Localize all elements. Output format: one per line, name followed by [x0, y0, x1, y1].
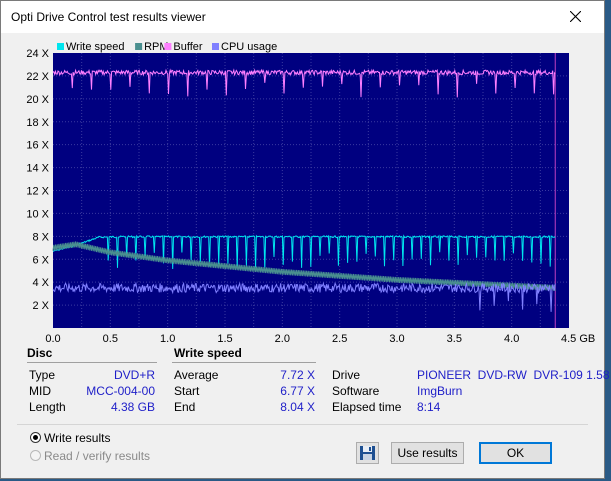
disc-divider [27, 362, 157, 363]
y-tick-label: 2 X [32, 300, 49, 312]
disc-type-value: DVD+R [113, 368, 155, 382]
x-tick-label: 3.5 [447, 333, 462, 343]
write-speed-divider [172, 362, 316, 363]
window-title: Opti Drive Control test results viewer [11, 10, 206, 24]
y-tick-label: 10 X [26, 208, 49, 220]
y-tick-label: 18 X [26, 117, 49, 129]
options-divider [17, 424, 588, 425]
x-tick-label: 0.5 [103, 333, 118, 343]
ok-button[interactable]: OK [479, 442, 552, 464]
legend-label: Write speed [66, 41, 125, 53]
x-tick-label: 3.0 [389, 333, 404, 343]
write-results-label[interactable]: Write results [44, 431, 110, 445]
x-tick-label: 4.5 GB [561, 333, 595, 343]
software-label: Software [332, 384, 380, 398]
elapsed-time-label: Elapsed time [332, 400, 402, 414]
y-tick-label: 24 X [26, 48, 49, 60]
end-label: End [174, 400, 196, 414]
disc-length-value: 4.38 GB [110, 400, 155, 414]
legend-label: Buffer [173, 41, 202, 53]
x-tick-label: 0.0 [45, 333, 60, 343]
y-tick-label: 8 X [32, 231, 49, 243]
x-tick-label: 1.0 [160, 333, 175, 343]
legend-swatch [57, 43, 64, 50]
read-verify-results-radio [30, 450, 41, 461]
floppy-disk-icon [360, 446, 375, 460]
drive-label: Drive [332, 368, 361, 382]
legend-label: CPU usage [221, 41, 277, 53]
y-tick-label: 16 X [26, 140, 49, 152]
start-label: Start [174, 384, 200, 398]
write-speed-chart: Write speed RPM Buffer CPU usage 2 X4 X6 X8… [1, 39, 604, 345]
average-value: 7.72 X [280, 368, 315, 382]
x-tick-label: 2.5 [332, 333, 347, 343]
chart-svg: Write speed RPM Buffer CPU usage 2 X4 X6 X8… [26, 41, 595, 345]
y-tick-label: 12 X [26, 186, 49, 198]
save-button[interactable] [356, 442, 379, 464]
x-tick-label: 4.0 [504, 333, 519, 343]
y-tick-label: 14 X [26, 163, 49, 175]
drive-value: PIONEER DVD-RW DVR-109 1.58 [417, 368, 610, 382]
y-tick-label: 20 X [26, 94, 49, 106]
end-value: 8.04 X [280, 400, 315, 414]
software-value: ImgBurn [417, 384, 463, 398]
x-tick-label: 2.0 [275, 333, 290, 343]
disc-mid-value: MCC-004-00 [86, 384, 155, 398]
close-icon[interactable] [554, 1, 598, 33]
disc-type-label: Type [29, 368, 56, 382]
x-tick-label: 1.5 [217, 333, 232, 343]
title-bar: Opti Drive Control test results viewer [1, 1, 604, 33]
results-viewer-window: Opti Drive Control test results viewer W… [0, 0, 610, 479]
y-tick-label: 22 X [26, 71, 49, 83]
elapsed-time-value: 8:14 [417, 400, 441, 414]
use-results-button[interactable]: Use results [391, 442, 464, 464]
disc-mid-label: MID [29, 384, 51, 398]
legend-swatch [164, 43, 172, 50]
legend-swatch [135, 43, 143, 50]
disc-heading: Disc [27, 346, 53, 360]
write-speed-heading: Write speed [174, 346, 242, 360]
y-tick-label: 4 X [32, 277, 49, 289]
start-value: 6.77 X [280, 384, 315, 398]
read-verify-results-label: Read / verify results [44, 449, 151, 463]
write-results-radio[interactable] [30, 432, 41, 443]
y-tick-label: 6 X [32, 254, 49, 266]
disc-length-label: Length [29, 400, 66, 414]
average-label: Average [174, 368, 219, 382]
legend-swatch [212, 43, 219, 50]
